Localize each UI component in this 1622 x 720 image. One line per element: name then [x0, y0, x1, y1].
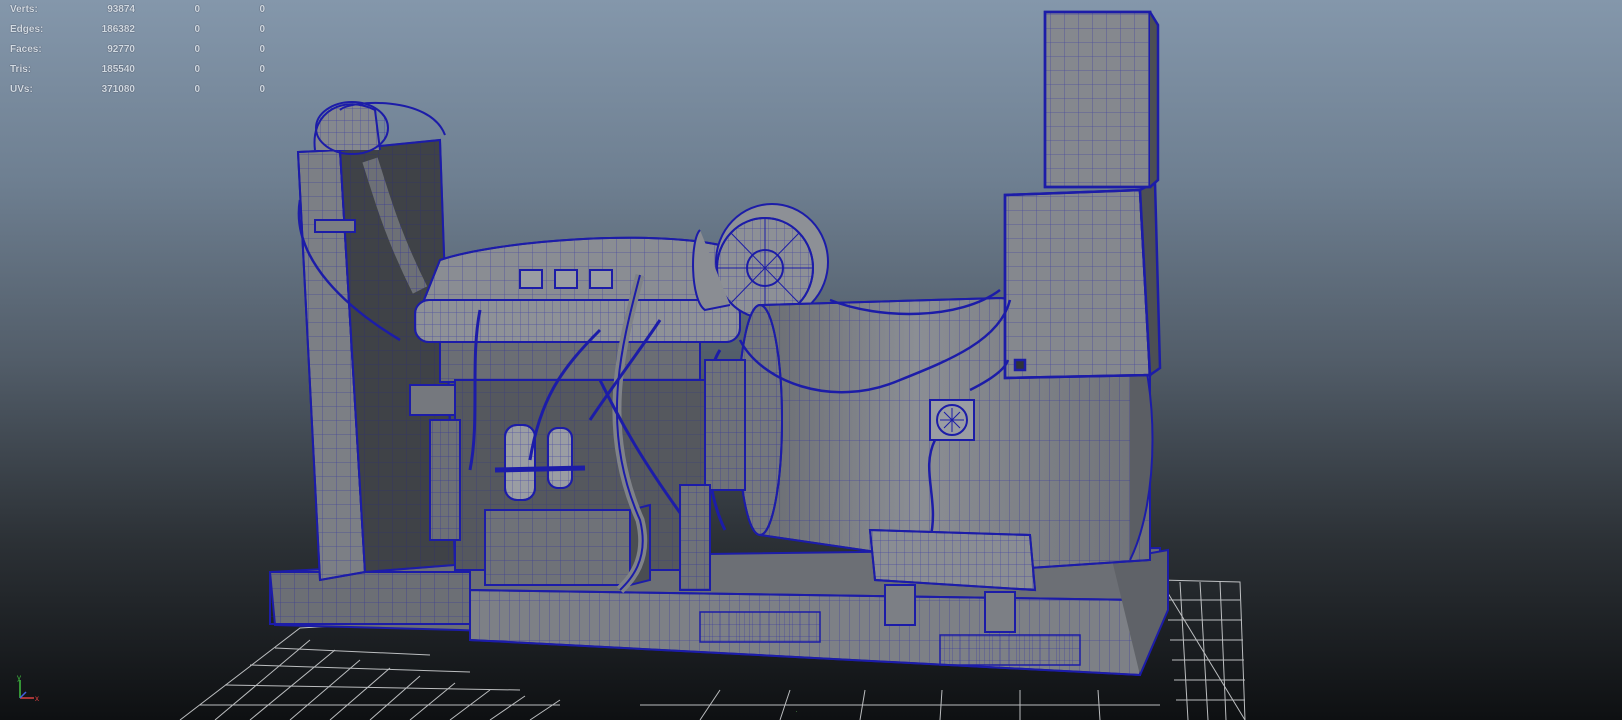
hud-row-tris: Tris: 185540 0 0	[10, 60, 265, 80]
hud-label: Tris:	[10, 64, 32, 75]
hud-label: Edges:	[10, 24, 44, 35]
hud-value: 0	[259, 84, 265, 95]
hud-value: 92770	[107, 44, 135, 55]
hud-label: UVs:	[10, 84, 33, 95]
hud-label: Verts:	[10, 4, 38, 15]
viewport-scene[interactable]: ·	[0, 0, 1622, 720]
hud-value: 185540	[101, 64, 135, 75]
hud-row-verts: Verts: 93874 0 0	[10, 0, 265, 20]
hud-row-faces: Faces: 92770 0 0	[10, 40, 265, 60]
control-box	[1003, 10, 1162, 380]
hud-value: 0	[259, 44, 265, 55]
hud-value: 0	[194, 24, 200, 35]
axis-y-label: y	[17, 673, 21, 682]
view-axis-gizmo: y x	[17, 673, 39, 702]
hud-value: 0	[194, 4, 200, 15]
hud-row-edges: Edges: 186382 0 0	[10, 20, 265, 40]
hud-value: 186382	[101, 24, 135, 35]
hud-value: 0	[194, 44, 200, 55]
hud-value: 0	[194, 84, 200, 95]
hud-value: 0	[259, 24, 265, 35]
alternator-gauge	[929, 399, 975, 441]
3d-viewport[interactable]: · Verts: 93874 0 0 Edges: 186382 0 0 Fac…	[0, 0, 1622, 720]
poly-count-hud: Verts: 93874 0 0 Edges: 186382 0 0 Faces…	[10, 0, 265, 100]
hud-row-uvs: UVs: 371080 0 0	[10, 80, 265, 100]
hud-value: 0	[259, 4, 265, 15]
hud-value: 0	[194, 64, 200, 75]
viewport-marker: ·	[795, 706, 798, 716]
axis-x-label: x	[35, 694, 39, 702]
hud-label: Faces:	[10, 44, 42, 55]
hud-value: 93874	[107, 4, 135, 15]
hud-value: 371080	[101, 84, 135, 95]
hud-value: 0	[259, 64, 265, 75]
